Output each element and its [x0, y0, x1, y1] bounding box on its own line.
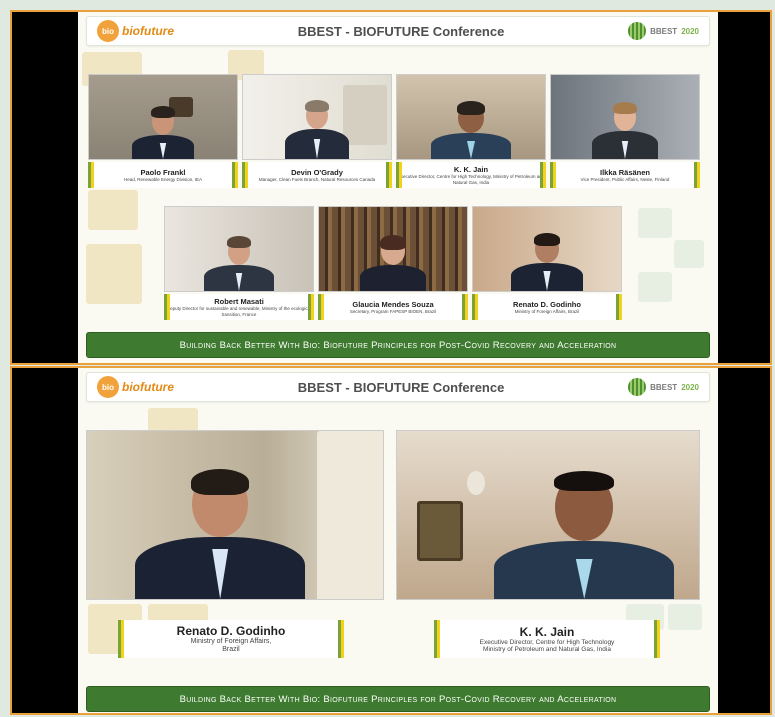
biofuture-logo: bio biofuture: [97, 376, 174, 398]
speaker-role-ministry: Ministry of Petroleum and Natural Gas, I…: [483, 646, 611, 653]
conference-stage: bio biofuture BBEST - BIOFUTURE Conferen…: [78, 12, 718, 363]
conference-header: bio biofuture BBEST - BIOFUTURE Conferen…: [86, 16, 710, 46]
bbest-logo: BBEST 2020: [628, 22, 699, 40]
bbest-year: 2020: [681, 382, 699, 392]
conference-stage: bio biofuture BBEST - BIOFUTURE Conferen…: [78, 368, 718, 713]
participant-role: Deputy Director for sustainable and rene…: [166, 306, 312, 317]
speaker-view-panel: bio biofuture BBEST - BIOFUTURE Conferen…: [10, 366, 772, 715]
participant-avatar: [360, 235, 426, 291]
conference-title: BBEST - BIOFUTURE Conference: [297, 23, 505, 39]
speaker-role-country: Brazil: [222, 646, 240, 653]
bbest-globe-icon: [628, 22, 647, 40]
participant-role: Head, Renewable Energy Division, IEA: [123, 176, 203, 182]
participant-role: Manager, Clean Fuels Branch, Natural Res…: [258, 176, 376, 182]
biofuture-logo-text: biofuture: [122, 380, 174, 394]
participant-name-plate: K. K. Jain Executive Director, Centre fo…: [396, 162, 546, 188]
bbest-globe-icon: [628, 378, 647, 396]
participant-name: Robert Masati: [214, 297, 264, 307]
background-tile: [86, 244, 142, 304]
participant-role: Executive Director, Centre for High Tech…: [397, 174, 545, 185]
session-banner: Building Back Better With Bio: Biofuture…: [86, 332, 710, 358]
participant-avatar: [511, 233, 583, 291]
participant-name: Renato D. Godinho: [513, 299, 581, 309]
speaker-role: Executive Director, Centre for High Tech…: [479, 638, 615, 646]
bbest-year: 2020: [681, 26, 699, 36]
biofuture-logo-icon: bio: [97, 20, 119, 42]
background-tile: [638, 272, 672, 302]
biofuture-logo-icon: bio: [97, 376, 119, 398]
participant-video-tile[interactable]: [472, 206, 622, 292]
participant-avatar: [132, 106, 194, 159]
participant-name: Devin O'Grady: [291, 167, 343, 177]
session-banner: Building Back Better With Bio: Biofuture…: [86, 686, 710, 712]
participant-avatar: [285, 100, 349, 159]
speaker-name: K. K. Jain: [519, 624, 575, 639]
participant-video-tile[interactable]: [242, 74, 392, 160]
participant-video-tile[interactable]: [550, 74, 700, 160]
participant-name-plate: Devin O'Grady Manager, Clean Fuels Branc…: [242, 162, 392, 188]
bbest-logo: BBEST 2020: [628, 378, 699, 396]
biofuture-logo: bio biofuture: [97, 20, 174, 42]
gallery-view-panel: bio biofuture BBEST - BIOFUTURE Conferen…: [10, 10, 772, 365]
participant-name: K. K. Jain: [453, 165, 489, 175]
participant-avatar: [204, 236, 274, 291]
speaker-name: Renato D. Godinho: [176, 623, 286, 638]
participant-name-plate: Robert Masati Deputy Director for sustai…: [164, 294, 314, 320]
speaker-name-plate: K. K. Jain Executive Director, Centre fo…: [434, 620, 660, 658]
participant-name-plate: Glaucia Mendes Souza Secretary, Program …: [318, 294, 468, 320]
background-tile: [674, 240, 704, 268]
participant-name: Glaucia Mendes Souza: [352, 299, 434, 309]
participant-name: Ilkka Räsänen: [599, 167, 651, 177]
participant-video-tile[interactable]: [396, 74, 546, 160]
speaker-video-tile[interactable]: [86, 430, 384, 600]
conference-header: bio biofuture BBEST - BIOFUTURE Conferen…: [86, 372, 710, 402]
speaker-avatar: [494, 471, 675, 599]
participant-name-plate: Renato D. Godinho Ministry of Foreign Af…: [472, 294, 622, 320]
speaker-role: Ministry of Foreign Affairs,: [190, 637, 272, 645]
background-tile: [668, 604, 702, 630]
participant-video-tile[interactable]: [88, 74, 238, 160]
biofuture-logo-text: biofuture: [122, 24, 174, 38]
participant-role: Vice President, Public Affairs, Neste, F…: [580, 176, 670, 182]
speaker-avatar: [135, 469, 306, 599]
participant-role: Ministry of Foreign Affairs, Brazil: [514, 308, 580, 314]
participant-avatar: [431, 101, 511, 159]
participant-avatar: [592, 102, 658, 159]
participant-name-plate: Ilkka Räsänen Vice President, Public Aff…: [550, 162, 700, 188]
speaker-name-plate: Renato D. Godinho Ministry of Foreign Af…: [118, 620, 344, 658]
bbest-label: BBEST: [650, 382, 678, 392]
conference-title: BBEST - BIOFUTURE Conference: [297, 379, 505, 395]
background-tile: [638, 208, 672, 238]
participant-role: Secretary, Program FAPESP BIOEN, Brazil: [349, 308, 437, 314]
participant-video-tile[interactable]: [318, 206, 468, 292]
participant-name-plate: Paolo Frankl Head, Renewable Energy Divi…: [88, 162, 238, 188]
participant-name: Paolo Frankl: [140, 167, 186, 177]
speaker-video-tile[interactable]: [396, 430, 700, 600]
background-tile: [88, 190, 138, 230]
bbest-label: BBEST: [650, 26, 678, 36]
participant-video-tile[interactable]: [164, 206, 314, 292]
